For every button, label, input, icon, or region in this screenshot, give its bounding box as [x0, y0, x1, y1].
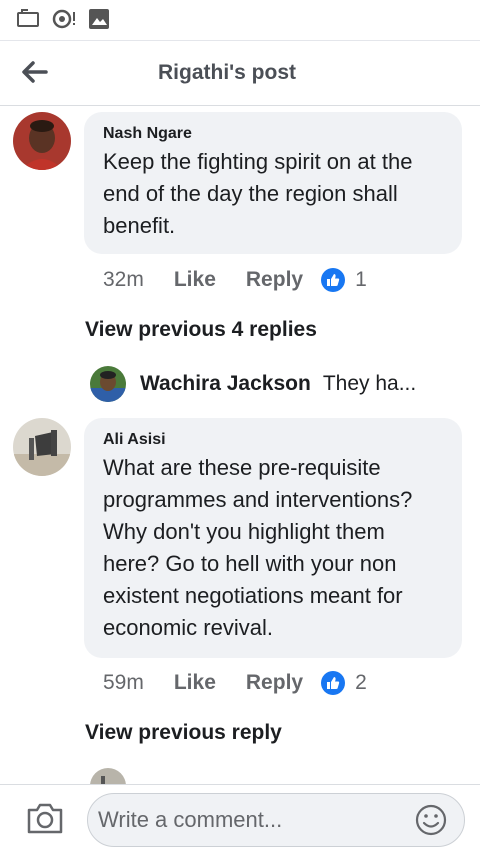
- reply-button[interactable]: Reply: [246, 268, 303, 292]
- comment-actions: 32m Like Reply 1: [103, 266, 367, 294]
- avatar[interactable]: [13, 112, 71, 170]
- comment-time: 32m: [103, 268, 144, 291]
- partial-reply-row: [90, 768, 470, 784]
- thumbs-up-icon[interactable]: [321, 268, 346, 292]
- comment-author[interactable]: Ali Asisi: [103, 430, 444, 450]
- comment-time: 59m: [103, 671, 144, 694]
- camera-icon: [27, 803, 63, 834]
- camera-button[interactable]: [26, 801, 64, 835]
- like-button[interactable]: Like: [174, 671, 216, 695]
- emoji-button[interactable]: [414, 803, 448, 837]
- reply-author: Wachira Jackson: [140, 372, 311, 395]
- reply-snippet: They ha...: [322, 372, 417, 395]
- comment-bubble: Nash Ngare Keep the fighting spirit on a…: [84, 112, 462, 254]
- avatar[interactable]: [13, 418, 71, 476]
- comment-bubble: Ali Asisi What are these pre-requisite p…: [84, 418, 462, 658]
- thumbs-up-icon[interactable]: [321, 671, 346, 695]
- reaction-count: 2: [355, 671, 367, 694]
- avatar[interactable]: [90, 366, 126, 402]
- sync-icon: [52, 8, 78, 35]
- sim-card-icon: [16, 8, 40, 33]
- comment-actions: 59m Like Reply 2: [103, 669, 367, 697]
- post-header: Rigathi's post: [0, 41, 480, 106]
- status-bar: [0, 0, 480, 41]
- comment-text: What are these pre-requisite programmes …: [103, 455, 413, 640]
- comment-composer: [0, 784, 480, 855]
- like-button[interactable]: Like: [174, 268, 216, 292]
- comment-text: Keep the fighting spirit on at the end o…: [103, 149, 413, 238]
- page-title: Rigathi's post: [158, 61, 296, 84]
- reply-preview[interactable]: Wachira Jackson They ha...: [90, 366, 416, 402]
- view-previous-reply-link[interactable]: View previous reply: [85, 721, 282, 745]
- comment-author[interactable]: Nash Ngare: [103, 124, 444, 144]
- smiley-icon: [415, 804, 447, 836]
- gallery-icon: [88, 8, 110, 35]
- reply-button[interactable]: Reply: [246, 671, 303, 695]
- comment-input[interactable]: [87, 793, 465, 847]
- reaction-count: 1: [355, 268, 367, 291]
- view-previous-replies-link[interactable]: View previous 4 replies: [85, 318, 317, 342]
- avatar: [90, 768, 126, 784]
